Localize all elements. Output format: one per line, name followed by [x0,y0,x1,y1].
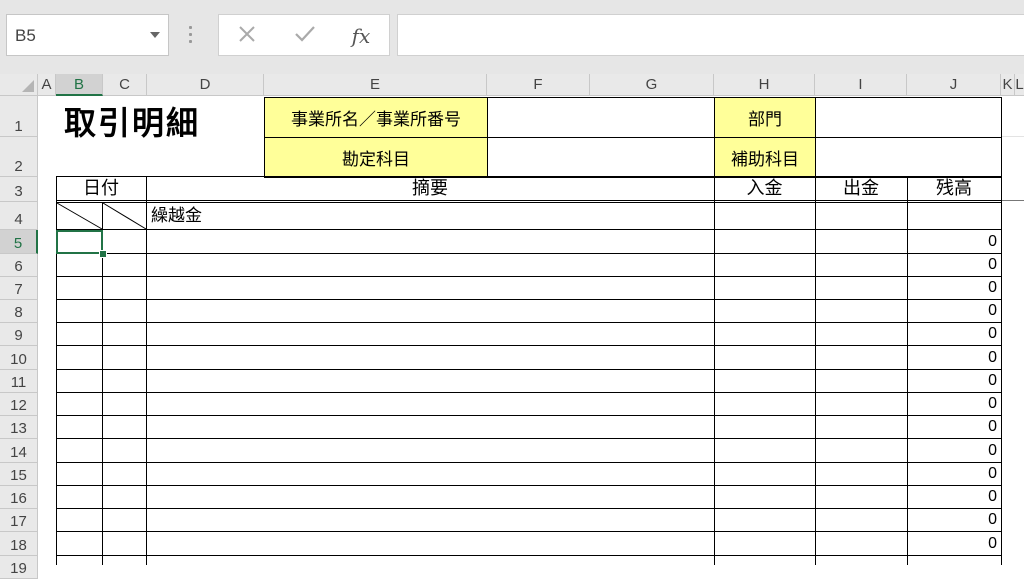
column-header-i[interactable]: I [815,74,907,96]
column-divider [146,176,147,565]
row-header-3[interactable]: 3 [0,177,38,202]
sub-account-value-cell[interactable] [815,137,1002,178]
balance-cell[interactable]: 0 [907,416,1001,438]
row-header-18[interactable]: 18 [0,532,38,556]
account-label[interactable]: 勘定科目 [264,137,488,178]
balance-cell[interactable]: 0 [907,439,1001,462]
row-border [56,485,1002,486]
column-divider [815,176,816,565]
row-header-17[interactable]: 17 [0,509,38,532]
column-divider [714,176,715,565]
row-header-13[interactable]: 13 [0,416,38,439]
row-border [56,555,1002,556]
office-label[interactable]: 事業所名／事業所番号 [264,97,488,138]
row-header-4[interactable]: 4 [0,202,38,230]
header-date: 日付 [83,178,119,199]
column-header-j[interactable]: J [907,74,1001,96]
column-header-e[interactable]: E [264,74,487,96]
column-header-a[interactable]: A [38,74,56,96]
row-border [56,508,1002,509]
row-border [56,299,1002,300]
cross-icon[interactable] [233,23,261,49]
balance-cell[interactable]: 0 [907,230,1001,253]
row-header-14[interactable]: 14 [0,439,38,463]
sub-account-label[interactable]: 補助科目 [714,137,816,178]
balance-cell[interactable]: 0 [907,346,1001,369]
gridline [1001,200,1024,201]
table-right-border [1001,176,1002,565]
department-value-cell[interactable] [815,97,1002,138]
row-border [56,392,1002,393]
row-border [56,462,1002,463]
column-header-d[interactable]: D [147,74,264,96]
carryover-label[interactable]: 繰越金 [151,203,351,230]
row-header-2[interactable]: 2 [0,137,38,177]
insert-function-button[interactable]: fx [347,23,375,49]
balance-cell[interactable]: 0 [907,323,1001,345]
row-border [56,229,1002,230]
row-header-9[interactable]: 9 [0,323,38,346]
account-value-cell[interactable] [487,137,715,178]
row-border [56,322,1002,323]
formula-input[interactable] [397,14,1024,56]
column-header-f[interactable]: F [487,74,590,96]
formula-bar: B5 fx [0,0,1024,74]
row-header-11[interactable]: 11 [0,370,38,393]
diagonal-lines [56,202,147,230]
select-all-button[interactable] [0,74,38,96]
column-header-l[interactable]: L [1015,74,1024,96]
column-header-h[interactable]: H [714,74,815,96]
department-label[interactable]: 部門 [714,97,816,138]
row-border [56,253,1002,254]
row-border [56,369,1002,370]
header-deposit: 入金 [746,178,783,199]
row-header-19[interactable]: 19 [0,556,38,579]
row-border [56,415,1002,416]
name-box-value: B5 [15,26,36,45]
balance-cell[interactable]: 0 [907,300,1001,322]
row-header-16[interactable]: 16 [0,486,38,509]
balance-cell[interactable]: 0 [907,463,1001,485]
chevron-down-icon[interactable] [150,32,160,38]
header-bottom-border [56,200,1002,201]
header-summary: 摘要 [412,178,448,199]
row-header-5[interactable]: 5 [0,230,38,254]
row-header-8[interactable]: 8 [0,300,38,323]
gridline [1001,136,1024,137]
row-header-10[interactable]: 10 [0,346,38,370]
row-border [56,345,1002,346]
row-border [56,276,1002,277]
page-title: 取引明細 [64,104,201,142]
check-icon[interactable] [291,23,319,49]
balance-cell[interactable]: 0 [907,486,1001,508]
column-header-c[interactable]: C [103,74,147,96]
row-header-6[interactable]: 6 [0,254,38,277]
row-header-15[interactable]: 15 [0,463,38,486]
row-header-7[interactable]: 7 [0,277,38,300]
fill-handle[interactable] [99,250,107,258]
office-value-cell[interactable] [487,97,715,138]
balance-cell[interactable]: 0 [907,393,1001,415]
balance-cell[interactable]: 0 [907,532,1001,555]
name-box[interactable]: B5 [6,14,169,56]
balance-cell[interactable]: 0 [907,370,1001,392]
active-cell-selection[interactable] [56,230,103,254]
more-options-icon[interactable] [189,26,193,44]
balance-cell[interactable]: 0 [907,254,1001,276]
column-header-k[interactable]: K [1001,74,1015,96]
balance-cell[interactable]: 0 [907,277,1001,299]
row-border [56,531,1002,532]
row-header-12[interactable]: 12 [0,393,38,416]
row-header-1[interactable]: 1 [0,96,38,137]
column-header-b[interactable]: B [56,74,103,96]
balance-cell[interactable]: 0 [907,509,1001,531]
formula-buttons: fx [218,14,390,56]
header-balance: 残高 [936,178,972,199]
column-header-g[interactable]: G [590,74,714,96]
header-withdrawal: 出金 [843,178,879,199]
row-border [56,438,1002,439]
